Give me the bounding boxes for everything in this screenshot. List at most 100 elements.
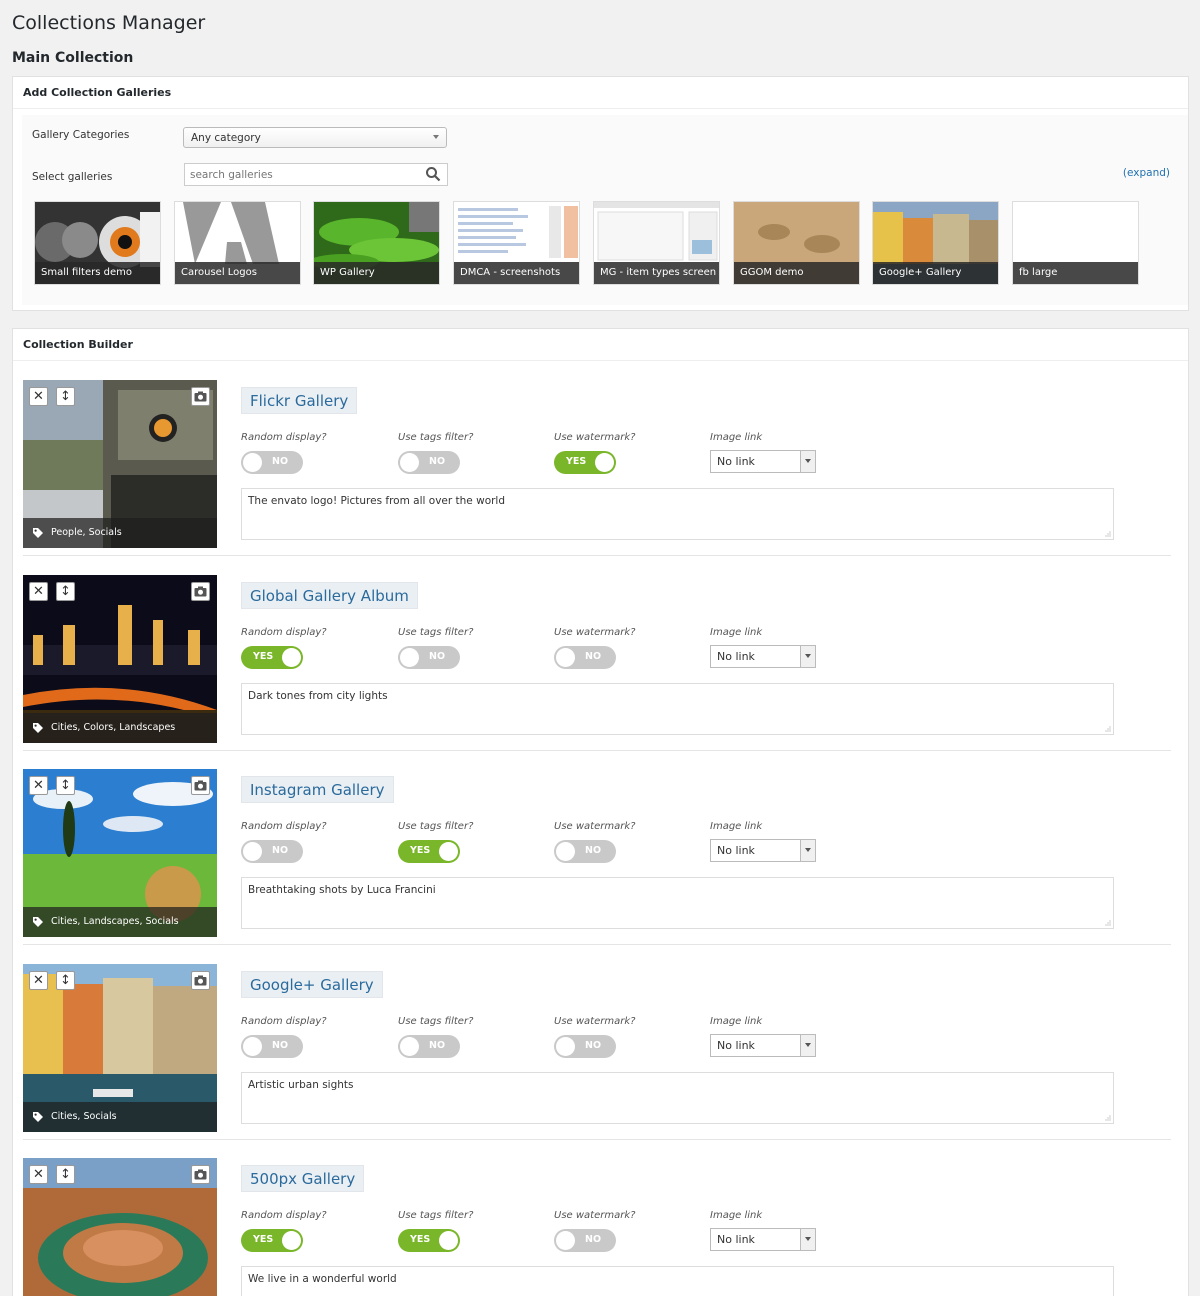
resize-grip-icon[interactable] xyxy=(1105,725,1111,732)
gallery-description: We live in a wonderful world xyxy=(248,1273,397,1285)
random-display-toggle[interactable]: YES xyxy=(241,1229,303,1252)
tags-filter-toggle[interactable]: YES xyxy=(398,1229,460,1252)
image-link-value: No link xyxy=(717,649,755,663)
categories-label: Gallery Categories xyxy=(32,129,130,141)
gallery-tags: People, Socials xyxy=(51,527,122,538)
watermark-toggle-label: YES xyxy=(566,456,587,467)
move-icon[interactable]: ↕ xyxy=(56,1165,75,1184)
gallery-cover-image: ✕ ↕ Cities, Landscapes, Socials xyxy=(23,769,217,937)
watermark-toggle[interactable]: NO xyxy=(554,1229,616,1252)
close-icon[interactable]: ✕ xyxy=(29,581,48,601)
close-icon[interactable]: ✕ xyxy=(29,970,48,990)
gallery-title[interactable]: 500px Gallery xyxy=(241,1165,365,1192)
gallery-tags-bar: Cities, Colors, Landscapes xyxy=(23,712,217,743)
gallery-tags: Cities, Colors, Landscapes xyxy=(51,721,176,733)
random-display-label: Random display? xyxy=(241,1015,327,1027)
move-icon[interactable]: ↕ xyxy=(56,970,75,990)
close-icon[interactable]: ✕ xyxy=(29,1165,48,1184)
move-icon[interactable]: ↕ xyxy=(56,581,75,601)
watermark-toggle[interactable]: NO xyxy=(554,1034,616,1058)
image-link-select[interactable]: No link xyxy=(710,644,816,668)
gallery-thumb[interactable]: Carousel Logos xyxy=(174,201,301,285)
chevron-down-icon xyxy=(800,840,815,861)
toggle-knob xyxy=(282,1231,301,1250)
image-link-select[interactable]: No link xyxy=(710,1033,816,1057)
gallery-description-field[interactable]: We live in a wonderful world xyxy=(241,1266,1114,1296)
search-icon[interactable] xyxy=(425,166,441,182)
image-link-label: Image link xyxy=(710,821,763,832)
toggle-knob xyxy=(243,842,262,861)
tags-filter-toggle[interactable]: YES xyxy=(398,840,460,863)
random-display-label: Random display? xyxy=(241,432,327,443)
image-link-select[interactable]: No link xyxy=(710,450,816,473)
random-display-toggle[interactable]: NO xyxy=(241,840,303,863)
camera-icon[interactable] xyxy=(191,970,210,990)
resize-grip-icon[interactable] xyxy=(1105,1114,1111,1121)
gallery-thumb-label: fb large xyxy=(1013,262,1138,284)
random-display-toggle[interactable]: YES xyxy=(241,645,303,669)
add-galleries-box: Add Collection Galleries Gallery Categor… xyxy=(12,76,1189,311)
gallery-title[interactable]: Instagram Gallery xyxy=(241,776,394,803)
watermark-toggle-label: NO xyxy=(585,1234,602,1245)
chevron-down-icon xyxy=(800,1034,815,1056)
watermark-toggle[interactable]: NO xyxy=(554,840,616,863)
image-link-select[interactable]: No link xyxy=(710,1228,816,1251)
image-link-select[interactable]: No link xyxy=(710,839,816,862)
tag-icon xyxy=(33,528,43,538)
toggle-knob xyxy=(439,842,458,861)
toggle-knob xyxy=(243,453,262,472)
camera-icon[interactable] xyxy=(191,387,210,406)
move-icon[interactable]: ↕ xyxy=(56,776,75,795)
random-display-toggle-label: NO xyxy=(272,1039,289,1051)
close-icon[interactable]: ✕ xyxy=(29,387,48,406)
tags-filter-toggle-label: NO xyxy=(429,456,446,467)
category-select[interactable]: Any category xyxy=(183,127,447,148)
gallery-thumb[interactable]: GGOM demo xyxy=(733,201,860,285)
gallery-description-field[interactable]: Breathtaking shots by Luca Francini xyxy=(241,877,1114,929)
gallery-title[interactable]: Flickr Gallery xyxy=(241,387,358,414)
watermark-toggle-label: NO xyxy=(585,1039,602,1051)
gallery-thumb[interactable]: fb large xyxy=(1012,201,1139,285)
camera-icon[interactable] xyxy=(191,776,210,795)
move-icon[interactable]: ↕ xyxy=(56,387,75,406)
gallery-thumb-label: GGOM demo xyxy=(734,262,859,284)
tag-icon xyxy=(33,722,43,733)
gallery-thumb[interactable]: WP Gallery xyxy=(313,201,440,285)
watermark-toggle[interactable]: YES xyxy=(554,451,616,474)
toggle-knob xyxy=(556,1036,575,1056)
gallery-thumb-label: WP Gallery xyxy=(314,262,439,284)
watermark-label: Use watermark? xyxy=(554,626,636,638)
camera-icon[interactable] xyxy=(191,1165,210,1184)
collection-row: ✕ ↕ Cities, Landscapes, Socials Instagra… xyxy=(13,751,1181,945)
tags-filter-toggle[interactable]: NO xyxy=(398,451,460,474)
resize-grip-icon[interactable] xyxy=(1105,531,1111,537)
tags-filter-label: Use tags filter? xyxy=(398,821,474,832)
expand-link[interactable]: (expand) xyxy=(1123,167,1170,179)
gallery-thumb[interactable]: MG - item types screen xyxy=(593,201,720,285)
camera-icon[interactable] xyxy=(191,581,210,601)
toggle-knob xyxy=(556,647,575,667)
resize-grip-icon[interactable] xyxy=(1105,920,1111,926)
gallery-cover-image: ✕ ↕ Cities, Colors, Landscapes xyxy=(23,574,217,743)
gallery-description-field[interactable]: Artistic urban sights xyxy=(241,1071,1114,1124)
tags-filter-toggle[interactable]: NO xyxy=(398,645,460,669)
category-select-value: Any category xyxy=(191,132,261,144)
gallery-description-field[interactable]: Dark tones from city lights xyxy=(241,682,1114,735)
gallery-thumb[interactable]: Small filters demo xyxy=(34,201,161,285)
random-display-toggle[interactable]: NO xyxy=(241,1034,303,1058)
random-display-label: Random display? xyxy=(241,821,327,832)
gallery-title[interactable]: Google+ Gallery xyxy=(241,970,383,998)
gallery-description: Breathtaking shots by Luca Francini xyxy=(248,884,436,896)
gallery-cover-image: ✕ ↕ xyxy=(23,1158,217,1296)
watermark-toggle[interactable]: NO xyxy=(554,645,616,669)
tags-filter-toggle[interactable]: NO xyxy=(398,1034,460,1058)
close-icon[interactable]: ✕ xyxy=(29,776,48,795)
gallery-title[interactable]: Global Gallery Album xyxy=(241,581,418,609)
tags-filter-label: Use tags filter? xyxy=(398,1015,474,1027)
search-galleries-input[interactable] xyxy=(184,163,448,186)
gallery-thumb[interactable]: DMCA - screenshots xyxy=(453,201,580,285)
gallery-description-field[interactable]: The envato logo! Pictures from all over … xyxy=(241,488,1114,540)
gallery-thumb[interactable]: Google+ Gallery xyxy=(872,201,999,285)
random-display-label: Random display? xyxy=(241,1210,327,1221)
random-display-toggle[interactable]: NO xyxy=(241,451,303,474)
